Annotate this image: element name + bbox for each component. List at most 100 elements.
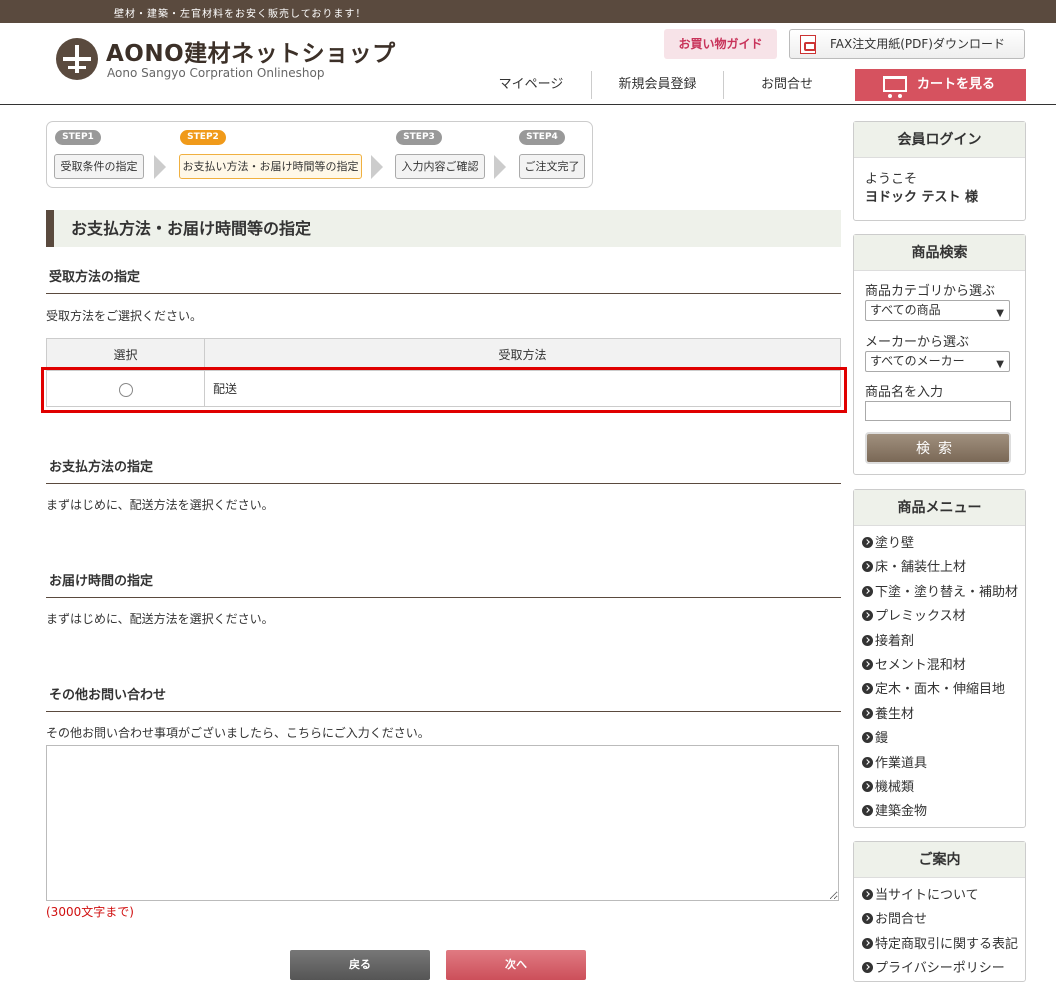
category-select[interactable]: すべての商品 ▼ [865,300,1010,321]
back-button[interactable]: 戻る [290,950,430,980]
welcome-text: ようこそ [865,172,918,187]
guide-info-box: ご案内 当サイトについて お問合せ 特定商取引に関する表記 プライバシーポリシー [853,841,1026,982]
product-search-title: 商品検索 [854,235,1025,271]
payment-method-text: まずはじめに、配送方法を選択ください。 [46,498,274,512]
arrow-bullet-icon [862,732,873,744]
maker-select[interactable]: すべてのメーカー ▼ [865,351,1010,372]
checkout-steps: STEP1 受取条件の指定 STEP2 お支払い方法・お届け時間等の指定 STE… [46,121,593,188]
step3-label: 入力内容ご確認 [395,154,485,179]
info-item-label[interactable]: 当サイトについて [875,888,979,903]
list-item[interactable]: 床・舗装仕上材 [862,556,1025,580]
payment-method-title: お支払方法の指定 [46,456,841,484]
arrow-bullet-icon [862,889,873,900]
header-divider [0,104,1056,105]
list-item[interactable]: 養生材 [862,703,1025,727]
next-button[interactable]: 次へ [446,950,586,980]
info-item-label[interactable]: 特定商取引に関する表記 [875,937,1018,952]
step-arrow-icon [494,155,506,179]
menu-item-label[interactable]: 接着剤 [875,634,914,649]
col-select-header: 選択 [46,338,205,371]
info-item-label[interactable]: プライバシーポリシー [875,961,1005,976]
product-name-input[interactable] [865,401,1011,421]
product-menu-box: 商品メニュー 塗り壁 床・舗装仕上材 下塗・塗り替え・補助材 プレミックス材 接… [853,489,1026,828]
menu-item-label[interactable]: 床・舗装仕上材 [875,560,966,575]
arrow-bullet-icon [862,561,873,573]
list-item[interactable]: プレミックス材 [862,605,1025,629]
list-item[interactable]: 接着剤 [862,630,1025,654]
step4-badge: STEP4 [519,130,565,145]
logo-title[interactable]: AONO建材ネットショップ [106,34,396,68]
menu-item-label[interactable]: 定木・面木・伸縮目地 [875,682,1005,697]
member-login-title: 会員ログイン [854,122,1025,158]
product-menu-list: 塗り壁 床・舗装仕上材 下塗・塗り替え・補助材 プレミックス材 接着剤 セメント… [854,526,1025,827]
col-method-header: 受取方法 [204,338,841,371]
arrow-bullet-icon [862,610,873,622]
chevron-down-icon: ▼ [996,359,1004,370]
fax-pdf-download-button[interactable]: FAX注文用紙(PDF)ダウンロード [789,29,1025,59]
list-item[interactable]: 特定商取引に関する表記 [862,933,1025,957]
step-arrow-icon [371,155,383,179]
menu-item-label[interactable]: 作業道具 [875,756,927,771]
member-login-box: 会員ログイン ようこそ ヨドック テスト 様 [853,121,1026,221]
list-item[interactable]: 機械類 [862,776,1025,800]
list-item[interactable]: 建築金物 [862,800,1025,824]
logo-icon[interactable] [56,38,98,80]
menu-item-label[interactable]: 下塗・塗り替え・補助材 [875,585,1018,600]
maker-select-value: すべてのメーカー [870,354,965,368]
menu-item-label[interactable]: 機械類 [875,780,914,795]
step3-badge: STEP3 [396,130,442,145]
menu-item-label[interactable]: セメント混和材 [875,658,966,673]
delivery-time-title: お届け時間の指定 [46,570,841,598]
search-button[interactable]: 検索 [865,432,1011,464]
list-item[interactable]: 鏝 [862,727,1025,751]
chevron-down-icon: ▼ [996,308,1004,319]
shopping-guide-button[interactable]: お買い物ガイド [664,29,777,59]
arrow-bullet-icon [862,683,873,695]
pdf-icon [800,35,816,54]
list-item[interactable]: 塗り壁 [862,532,1025,556]
category-select-value: すべての商品 [870,303,941,317]
inquiry-textarea[interactable] [46,745,839,901]
arrow-bullet-icon [862,707,873,719]
step2-badge: STEP2 [180,130,226,145]
arrow-bullet-icon [862,537,873,548]
arrow-bullet-icon [862,634,873,646]
receive-method-title: 受取方法の指定 [46,266,841,294]
step-arrow-icon [154,155,166,179]
menu-item-label[interactable]: 塗り壁 [875,536,914,551]
highlight-frame [41,367,847,413]
product-search-box: 商品検索 商品カテゴリから選ぶ すべての商品 ▼ メーカーから選ぶ すべてのメー… [853,234,1026,475]
list-item[interactable]: 定木・面木・伸縮目地 [862,678,1025,702]
product-name-label: 商品名を入力 [865,385,944,400]
list-item[interactable]: 下塗・塗り替え・補助材 [862,581,1025,605]
arrow-bullet-icon [862,805,873,817]
menu-item-label[interactable]: プレミックス材 [875,609,966,624]
list-item[interactable]: セメント混和材 [862,654,1025,678]
guide-info-title: ご案内 [854,842,1025,878]
nav-mypage[interactable]: マイページ [472,69,590,101]
list-item[interactable]: プライバシーポリシー [862,957,1025,981]
step4-label: ご注文完了 [519,154,585,179]
nav-contact[interactable]: お問合せ [724,69,850,101]
list-item[interactable]: 作業道具 [862,752,1025,776]
list-item[interactable]: 当サイトについて [862,884,1025,908]
menu-item-label[interactable]: 養生材 [875,707,914,722]
arrow-bullet-icon [862,585,873,597]
nav-register[interactable]: 新規会員登録 [592,69,723,101]
delivery-time-text: まずはじめに、配送方法を選択ください。 [46,612,274,626]
list-item[interactable]: お問合せ [862,908,1025,932]
arrow-bullet-icon [862,962,873,974]
char-limit-note: (3000文字まで) [46,905,134,919]
step2-label: お支払い方法・お届け時間等の指定 [179,154,362,179]
inquiry-title: その他お問い合わせ [46,684,841,712]
step1-label: 受取条件の指定 [54,154,144,179]
view-cart-button[interactable]: カートを見る [855,69,1026,101]
guide-info-list: 当サイトについて お問合せ 特定商取引に関する表記 プライバシーポリシー [854,878,1025,984]
inquiry-text: その他お問い合わせ事項がございましたら、こちらにご入力ください。 [46,726,430,740]
page-title: お支払方法・お届け時間等の指定 [46,210,841,247]
menu-item-label[interactable]: 鏝 [875,731,888,746]
menu-item-label[interactable]: 建築金物 [875,804,927,819]
maker-label: メーカーから選ぶ [865,335,970,350]
arrow-bullet-icon [862,756,873,768]
info-item-label[interactable]: お問合せ [875,912,927,927]
